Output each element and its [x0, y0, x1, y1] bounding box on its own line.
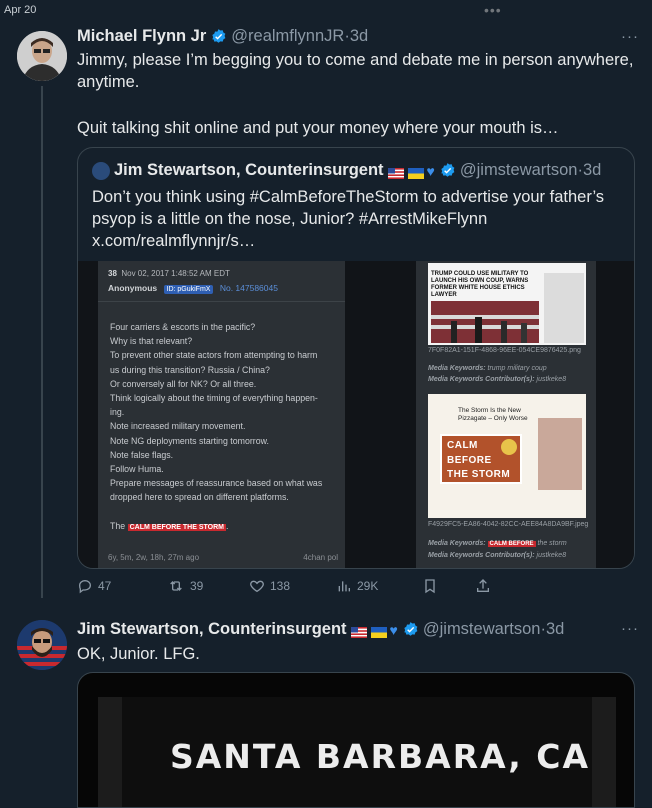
media-contributors: Media Keywords Contributor(s): justkeke8	[428, 552, 567, 559]
us-flag-icon	[387, 165, 404, 179]
quote-tweet[interactable]: Jim Stewartson, Counterinsurgent ♥ @jims…	[77, 147, 635, 569]
more-dots-icon[interactable]: •••	[484, 2, 502, 18]
author-name[interactable]: Michael Flynn Jr	[77, 27, 206, 46]
post-meta: 38 Nov 02, 2017 1:48:52 AM EDT	[108, 269, 230, 278]
author-handle[interactable]: @jimstewartson	[423, 620, 541, 639]
media-contributors: Media Keywords Contributor(s): justkeke8	[428, 376, 567, 383]
like-button[interactable]: 138	[249, 578, 290, 594]
calm-text: CALM	[447, 440, 478, 451]
news-sidebar	[544, 273, 584, 343]
tweet-media[interactable]: SANTA BARBARA, CA	[77, 672, 635, 808]
avatar[interactable]	[17, 31, 67, 81]
post-line: Note false flags.	[110, 449, 174, 460]
reply-icon	[78, 579, 92, 594]
verified-icon	[402, 621, 419, 638]
post-line: Four carriers & escorts in the pacific?	[110, 322, 256, 332]
file-name: F4929FC5-EA86-4042-82CC-AEE84A8DA9BF.jpe…	[428, 521, 589, 528]
media-caption-text: SANTA BARBARA, CA	[170, 737, 591, 776]
reply-count: 47	[98, 579, 112, 593]
more-icon[interactable]: ···	[621, 620, 639, 637]
more-icon[interactable]: ···	[621, 28, 639, 45]
bookmark-button[interactable]	[423, 578, 442, 594]
tweet-text: Jimmy, please I’m begging you to come an…	[77, 51, 634, 91]
media-keywords: Media Keywords: trump military coup	[428, 365, 547, 372]
media-panel: TRUMP COULD USE MILITARY TO LAUNCH HIS O…	[416, 261, 596, 568]
retweet-count: 39	[190, 579, 204, 593]
storm-article-title: The Storm Is the New Pizzagate – Only Wo…	[458, 407, 528, 422]
post-line: Or conversely all for NK? Or all three.	[110, 378, 257, 389]
before-text: BEFORE	[447, 455, 492, 466]
post-footer: 6y, 5m, 2w, 18h, 27m ago 4chan pol	[108, 553, 338, 562]
news-headline: TRUMP COULD USE MILITARY TO LAUNCH HIS O…	[431, 271, 529, 298]
blue-heart-icon: ♥	[389, 621, 398, 638]
avatar[interactable]	[17, 620, 67, 670]
post-line: Think logically about the timing of ever…	[110, 393, 318, 404]
post-line: Why is that relevant?	[110, 336, 193, 347]
chan-post-panel: 38 Nov 02, 2017 1:48:52 AM EDT Anonymous…	[98, 261, 345, 568]
post-number: No. 147586045	[219, 283, 278, 293]
tweet-text: OK, Junior. LFG.	[77, 645, 200, 663]
share-button[interactable]	[475, 578, 496, 594]
post-line: Note NG deployments starting tomorrow.	[110, 435, 269, 446]
quote-author-name: Jim Stewartson, Counterinsurgent	[114, 161, 384, 179]
bookmark-icon	[425, 579, 435, 594]
post-line: Prepare messages of reassurance based on…	[110, 478, 323, 489]
blue-heart-icon: ♥	[426, 162, 435, 179]
post-body: Four carriers & escorts in the pacific? …	[110, 320, 336, 535]
ukraine-flag-icon	[370, 624, 387, 638]
like-count: 138	[270, 579, 291, 593]
timestamp[interactable]: 3d	[350, 27, 368, 46]
calm-before-storm-badge: CALM BEFORE THE STORM	[127, 523, 226, 531]
tweet-header: Michael Flynn Jr @realmflynnJR · 3d	[77, 27, 368, 46]
quote-avatar	[92, 161, 110, 180]
views-button[interactable]: 29K	[336, 578, 378, 594]
post-line: dropped here to spread on different plat…	[110, 492, 289, 503]
views-icon	[338, 581, 350, 592]
tweet-text-second: Quit talking shit online and put your mo…	[77, 119, 559, 137]
post-line: The CALM BEFORE THE STORM.	[110, 520, 229, 531]
reply-button[interactable]: 47	[77, 578, 111, 594]
post-poster: Anonymous ID: pGukiFmX No. 147586045	[108, 283, 278, 294]
ukraine-flag-icon	[407, 165, 424, 179]
tweet-header: Jim Stewartson, Counterinsurgent ♥ @jims…	[77, 620, 564, 639]
quote-timestamp: 3d	[582, 161, 602, 179]
post-divider	[98, 301, 345, 302]
media-frame-left	[98, 697, 122, 807]
media-frame-right	[592, 697, 616, 807]
retweet-icon	[170, 581, 182, 591]
post-line: Note increased military movement.	[110, 421, 246, 432]
quote-author-handle: @jimstewartson	[459, 161, 578, 179]
the-storm-text: THE STORM	[447, 469, 511, 480]
calm-before-storm-graphic: CALM BEFORE THE STORM	[440, 434, 522, 484]
quote-text: Don’t you think using #CalmBeforeTheStor…	[92, 188, 605, 250]
quote-header: Jim Stewartson, Counterinsurgent ♥ @jims…	[92, 161, 601, 180]
news-photo	[431, 301, 539, 343]
retweet-button[interactable]: 39	[167, 578, 203, 594]
us-flag-icon	[350, 624, 367, 638]
post-line: ing.	[110, 407, 125, 418]
verified-icon	[210, 28, 227, 45]
author-handle[interactable]: @realmflynnJR	[231, 27, 344, 46]
post-id-badge: ID: pGukiFmX	[163, 285, 214, 294]
post-line: To prevent other state actors from attem…	[110, 350, 318, 361]
thread-line	[41, 86, 43, 598]
timestamp[interactable]: 3d	[546, 620, 564, 639]
file-name: 7F0F82A1-151F-4868-96EE-054CE9876425.png	[428, 347, 581, 354]
post-line: us during this transition? Russia / Chin…	[110, 364, 270, 375]
author-name[interactable]: Jim Stewartson, Counterinsurgent	[77, 620, 347, 639]
share-icon	[477, 579, 489, 592]
news-card-storm: The Storm Is the New Pizzagate – Only Wo…	[428, 394, 586, 518]
tweet-actions: 47 39 138 29K	[77, 578, 497, 596]
heart-icon	[250, 580, 264, 593]
post-line: Follow Huma.	[110, 464, 164, 475]
quote-image[interactable]: 38 Nov 02, 2017 1:48:52 AM EDT Anonymous…	[78, 261, 634, 568]
views-count: 29K	[357, 579, 379, 593]
verified-icon	[439, 162, 456, 179]
media-keywords: Media Keywords: CALM BEFORE the storm	[428, 540, 567, 547]
news-card: TRUMP COULD USE MILITARY TO LAUNCH HIS O…	[428, 263, 586, 345]
seal-icon	[501, 439, 517, 455]
date-label: Apr 20	[4, 4, 37, 16]
article-side-photo	[538, 418, 582, 490]
